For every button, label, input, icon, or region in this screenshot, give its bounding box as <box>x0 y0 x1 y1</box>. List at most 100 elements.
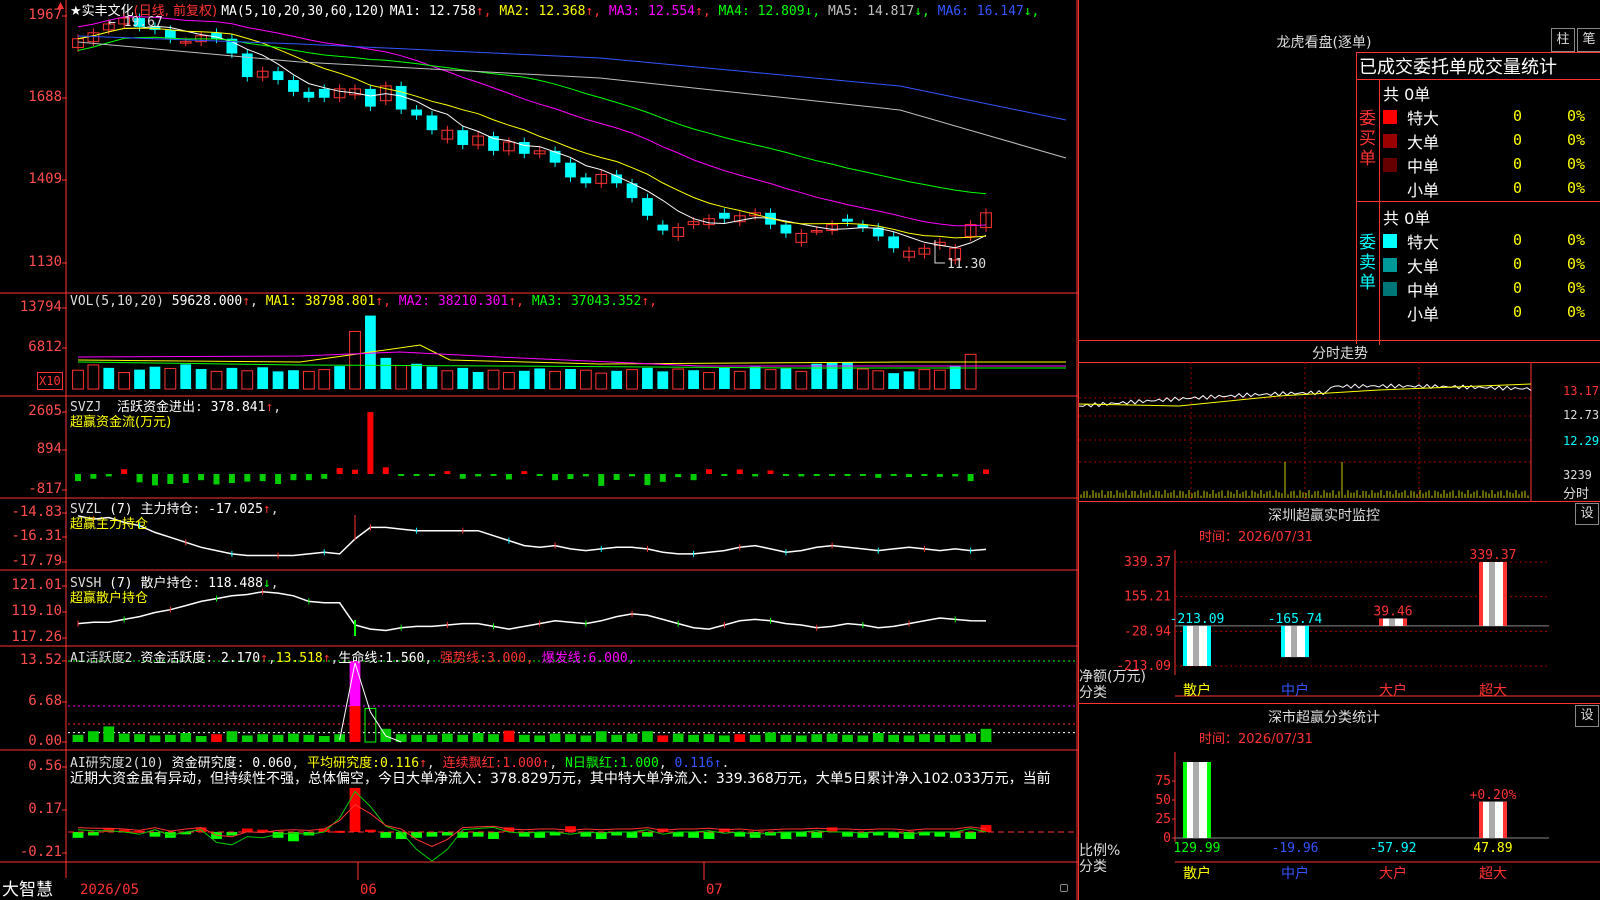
ai-active-bar <box>518 734 530 742</box>
svzj-bar <box>644 474 651 486</box>
svsh-value: 118.488 <box>208 576 263 591</box>
ai-active-bar <box>765 732 776 742</box>
candle-down <box>888 236 900 249</box>
sz-settings-button[interactable]: 设 <box>1575 503 1599 525</box>
vol-unit-badge[interactable]: X10 <box>37 372 63 390</box>
volume-bar <box>380 357 392 389</box>
ai-research-bar <box>226 832 238 836</box>
sell-row-count: 0 <box>1513 303 1523 321</box>
volume-bar <box>688 370 699 389</box>
svzj-bar <box>829 474 836 476</box>
sz-value-label: -213.09 <box>1170 612 1225 627</box>
svzj-bar <box>398 474 405 476</box>
sh-y-tick: 50 <box>1155 793 1171 808</box>
svzj-bar <box>921 474 928 476</box>
ai-active-bar <box>349 706 361 742</box>
volume-bar <box>411 363 422 389</box>
ai-active-value: 2.170 <box>220 651 261 666</box>
candle-down <box>272 71 284 81</box>
sh-bar-edge <box>1183 762 1187 838</box>
intraday-chart[interactable] <box>1079 362 1600 502</box>
ai-active-bar <box>657 735 669 742</box>
sz-bar-edge <box>1479 562 1483 626</box>
ai-active-bar <box>503 730 515 742</box>
volume-bar <box>257 367 269 389</box>
ai-research-bar <box>395 832 407 839</box>
svzj-bar <box>859 474 866 476</box>
longhu-title: 龙虎看盘(逐单) <box>1276 35 1372 51</box>
sell-row-count: 0 <box>1513 255 1523 273</box>
svzj-bar <box>767 470 774 474</box>
volume-bar <box>134 369 145 389</box>
svzj-bar <box>567 474 574 479</box>
ai-active-bar <box>180 733 192 742</box>
volume-bar <box>856 368 869 390</box>
ai-active-bar <box>980 728 992 742</box>
lock-icon[interactable] <box>1060 884 1068 892</box>
volume-bar <box>503 372 515 390</box>
volume-bar <box>288 370 299 389</box>
volume-bar <box>733 370 746 390</box>
tab-bi[interactable]: 笔 <box>1577 28 1600 52</box>
svzj-bar <box>136 474 143 483</box>
volume-bar <box>718 367 730 389</box>
ai-active-bar <box>195 736 207 742</box>
volume-bar <box>118 372 131 390</box>
vol-y-tick: 6812 <box>28 339 62 355</box>
sh-bar-chart[interactable]: 75 50 25 0129.99 散户 -19.96 中户 -57.92 大户 47.89 超大 +0… <box>1079 742 1600 900</box>
buy-row-pct: 0% <box>1567 107 1586 125</box>
svzj-bar <box>629 474 636 477</box>
svzj-bar <box>228 474 235 484</box>
ai-active-bar <box>965 733 976 742</box>
ai-active-bar <box>134 734 145 742</box>
tab-zhu[interactable]: 柱 <box>1551 28 1575 52</box>
ma5-line <box>77 41 1067 159</box>
sh-bar-core <box>1489 801 1495 838</box>
vol-ma-value-2: MA2: 38210.301 <box>398 294 509 309</box>
vol-ma-arrow-1: ↑, <box>375 294 399 309</box>
svzj-bar <box>151 474 158 486</box>
volume-bar <box>318 369 331 390</box>
ai-active-title: AI活跃度2 <box>70 651 133 666</box>
svzl-y-tick: -16.31 <box>11 528 62 544</box>
buy-row-count: 0 <box>1513 131 1523 149</box>
candle-down <box>411 109 422 116</box>
sh-category-label: 大户 <box>1379 865 1407 882</box>
svzj-bar <box>475 474 482 477</box>
vol-title: VOL(5,10,20) <box>70 294 164 309</box>
buy-row-pct: 0% <box>1567 179 1586 197</box>
price-y-tick: 1967 <box>28 7 62 23</box>
volume-bar <box>964 353 977 390</box>
ai-active-bar <box>949 734 961 742</box>
volume-bar <box>579 369 592 390</box>
sell-row-swatch <box>1383 282 1397 296</box>
date-label-may: 2026/05 <box>80 882 140 898</box>
ai-active-bar <box>272 734 284 742</box>
volume-bar <box>272 371 284 389</box>
sz-x-axis-label: 分类 <box>1079 685 1107 701</box>
ai-active-bar <box>318 736 330 742</box>
sh-value-label: 129.99 <box>1174 841 1221 856</box>
volume-bar <box>672 368 685 390</box>
volume-bar <box>888 373 900 389</box>
ai-active-bar <box>257 734 269 742</box>
sh-value-label: 47.89 <box>1473 841 1512 856</box>
buy-row-label: 小单 <box>1407 181 1440 200</box>
sz-bar-chart[interactable]: 339.37155.21-28.94-213.09-213.09散户-165.7… <box>1079 540 1600 705</box>
svzj-bar <box>90 474 97 479</box>
svzl-line <box>77 515 987 557</box>
chart-area[interactable]: ★实丰文化(日线, 前复权) MA(5,10,20,30,60,120) MA1… <box>0 0 1078 900</box>
candle-down <box>303 91 315 98</box>
ai-active-header: AI活跃度2 资金活跃度: 2.170↑,13.518↑,生命线:1.560, … <box>70 651 636 666</box>
intraday-tick-4: 3239 <box>1563 468 1592 482</box>
candle-down <box>318 88 330 98</box>
buy-row-count: 0 <box>1513 179 1523 197</box>
sh-settings-button[interactable]: 设 <box>1575 705 1599 727</box>
right-panel: 龙虎看盘(逐单) 柱 笔 已成交委托单成交量统计 委买单 委卖单 共 0单 特大… <box>1078 0 1600 900</box>
volume-bar <box>703 372 715 390</box>
ai-active-bar <box>857 735 869 742</box>
sell-label: 委卖单 <box>1359 233 1376 293</box>
buy-total: 共 0单 <box>1383 85 1431 104</box>
vol-ma-value-1: MA1: 38798.801 <box>265 294 376 309</box>
svzj-bar <box>167 474 174 484</box>
